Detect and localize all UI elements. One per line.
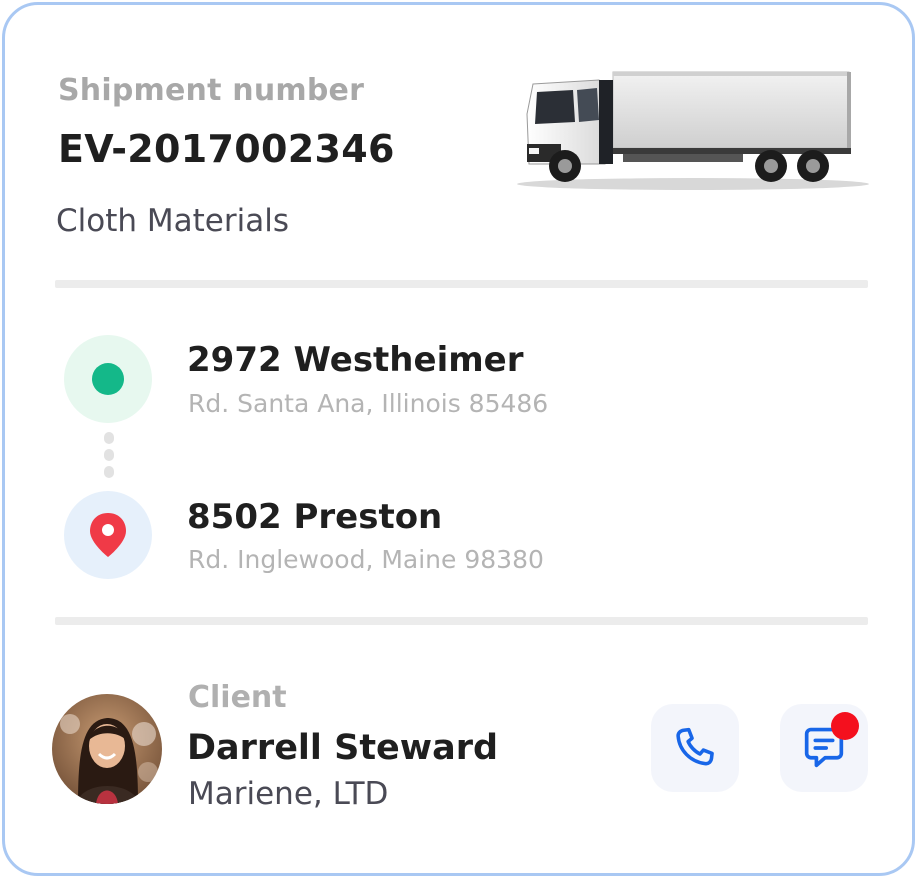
origin-address-title: 2972 Westheimer — [187, 340, 524, 380]
client-label: Client — [188, 680, 287, 715]
truck-image — [517, 71, 869, 190]
shipment-number: EV-2017002346 — [58, 127, 395, 171]
destination-marker — [64, 491, 152, 579]
map-pin-icon — [90, 513, 126, 557]
origin-marker — [64, 335, 152, 423]
route-connector — [104, 466, 114, 478]
route-connector — [104, 449, 114, 461]
destination-address-subtitle: Rd. Inglewood, Maine 98380 — [188, 545, 544, 574]
avatar-photo — [52, 694, 162, 804]
destination-address-title: 8502 Preston — [187, 497, 443, 537]
avatar — [52, 694, 162, 804]
call-button[interactable] — [651, 704, 739, 792]
origin-address-subtitle: Rd. Santa Ana, Illinois 85486 — [188, 389, 549, 418]
notification-badge — [831, 712, 859, 740]
shipment-number-label: Shipment number — [58, 73, 365, 108]
origin-dot-icon — [92, 363, 124, 395]
cargo-type: Cloth Materials — [56, 203, 289, 239]
client-company: Mariene, LTD — [188, 776, 389, 812]
phone-icon — [676, 727, 714, 766]
divider — [55, 617, 868, 625]
route-connector — [104, 432, 114, 444]
divider — [55, 280, 868, 288]
client-name: Darrell Steward — [187, 728, 499, 768]
